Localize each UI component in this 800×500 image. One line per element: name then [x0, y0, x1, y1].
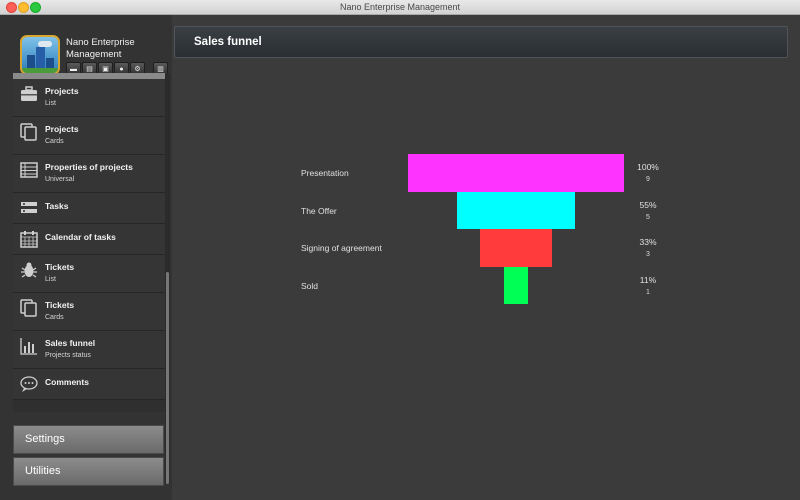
settings-section-button[interactable]: Settings: [13, 425, 164, 454]
funnel-stage-count: 1: [646, 288, 650, 296]
funnel-stage-count: 9: [646, 176, 650, 183]
main-header: Sales funnel: [174, 26, 788, 58]
sidebar-item-projects-list[interactable]: Projects List: [13, 79, 165, 117]
sales-funnel-chart: Presentation 100% 9 The Offer 55% 5 Signing of…: [174, 60, 800, 500]
funnel-stage-count: 5: [646, 213, 650, 221]
funnel-bar: [480, 229, 552, 267]
tasks-icon: [21, 202, 37, 213]
minimize-window-button[interactable]: [18, 2, 29, 13]
sidebar-item-calendar[interactable]: Calendar of tasks: [13, 224, 165, 255]
table-icon: [20, 162, 38, 178]
funnel-bar: [408, 154, 624, 192]
sidebar-item-tickets-list[interactable]: Tickets List: [13, 255, 165, 293]
cards-icon: [20, 123, 37, 141]
funnel-stage-percent: 100%: [637, 162, 659, 172]
nav-list: Projects List Projects Cards Properties …: [13, 73, 165, 412]
funnel-stage-percent: 33%: [639, 237, 657, 247]
utilities-section-button[interactable]: Utilities: [13, 457, 164, 486]
funnel-stage-count: 3: [646, 251, 650, 258]
sidebar-item-sales-funnel[interactable]: Sales funnel Projects status: [13, 331, 165, 369]
sidebar-scrollbar-thumb[interactable]: [166, 272, 169, 484]
speech-bubble-icon: [20, 376, 38, 392]
funnel-stage-percent: 11%: [639, 274, 657, 285]
page-title: Sales funnel: [194, 36, 262, 48]
sidebar-item-properties[interactable]: Properties of projects Universal: [13, 155, 165, 193]
title-bar: Nano Enterprise Management: [0, 0, 800, 15]
funnel-stage-label: Signing of agreement: [301, 243, 382, 253]
bug-icon: [21, 262, 37, 278]
funnel-stage-label: Presentation: [301, 168, 349, 178]
sidebar-item-comments[interactable]: Comments: [13, 369, 165, 400]
cards-icon: [20, 299, 37, 317]
funnel-bar: [504, 266, 528, 304]
funnel-bar: [456, 191, 576, 229]
app-logo: [20, 35, 60, 75]
window-title: Nano Enterprise Management: [339, 2, 461, 12]
zoom-window-button[interactable]: [30, 2, 41, 13]
sidebar-item-tickets-cards[interactable]: Tickets Cards: [13, 293, 165, 331]
app-window: Nano Enterprise Management Nano Enterpri…: [0, 0, 800, 500]
funnel-stage-label: The Offer: [301, 205, 337, 216]
sidebar-item-projects-cards[interactable]: Projects Cards: [13, 117, 165, 155]
funnel-stage-label: Sold: [301, 280, 319, 291]
close-window-button[interactable]: [6, 2, 17, 13]
briefcase-icon: [21, 86, 37, 101]
sidebar-item-tasks[interactable]: Tasks: [13, 193, 165, 224]
calendar-icon: [20, 231, 38, 248]
app-name: Nano Enterprise Management: [66, 37, 135, 60]
bar-chart-icon: [20, 338, 37, 355]
funnel-stage-percent: 55%: [639, 199, 657, 210]
